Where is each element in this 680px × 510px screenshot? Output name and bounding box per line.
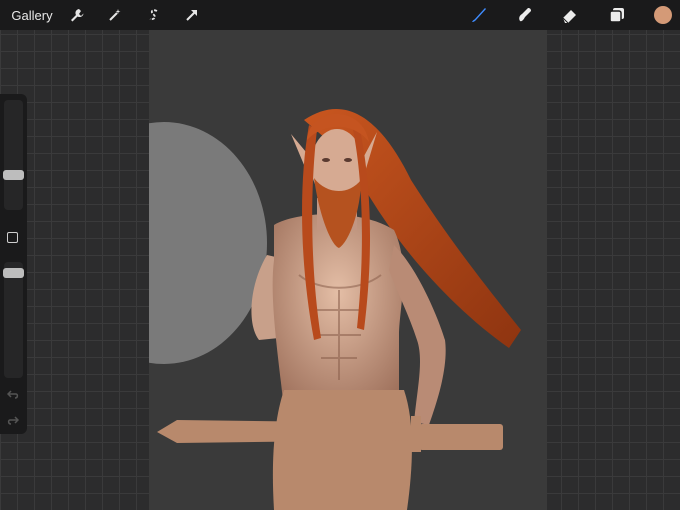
brush-size-thumb[interactable] (3, 170, 24, 180)
right-eye (344, 158, 352, 162)
arrow-icon[interactable] (181, 0, 203, 30)
color-picker-button[interactable] (650, 0, 676, 30)
modify-button[interactable] (7, 232, 18, 243)
brush-size-slider[interactable] (3, 100, 24, 210)
layers-icon[interactable] (604, 0, 630, 30)
shield-shape (149, 122, 267, 364)
magic-wand-icon[interactable] (104, 0, 126, 30)
selection-s-icon[interactable] (143, 0, 165, 30)
undo-icon[interactable] (6, 388, 20, 402)
opacity-thumb[interactable] (3, 268, 24, 278)
brush-icon[interactable] (466, 0, 492, 30)
wrench-icon[interactable] (66, 0, 88, 30)
drawing-canvas[interactable] (149, 30, 547, 510)
sword-handle (419, 424, 503, 450)
left-eye (322, 158, 330, 162)
sword-blade (157, 420, 409, 443)
active-color-swatch (654, 6, 672, 24)
sidebar (0, 94, 27, 434)
eraser-icon[interactable] (557, 0, 583, 30)
gallery-button[interactable]: Gallery (8, 0, 56, 30)
opacity-slider[interactable] (3, 262, 24, 378)
toolbar: Gallery (0, 0, 680, 30)
procreate-app: Gallery (0, 0, 680, 510)
lower-body (272, 390, 412, 510)
smudge-icon[interactable] (511, 0, 537, 30)
artwork (149, 108, 521, 510)
redo-icon[interactable] (6, 414, 20, 428)
